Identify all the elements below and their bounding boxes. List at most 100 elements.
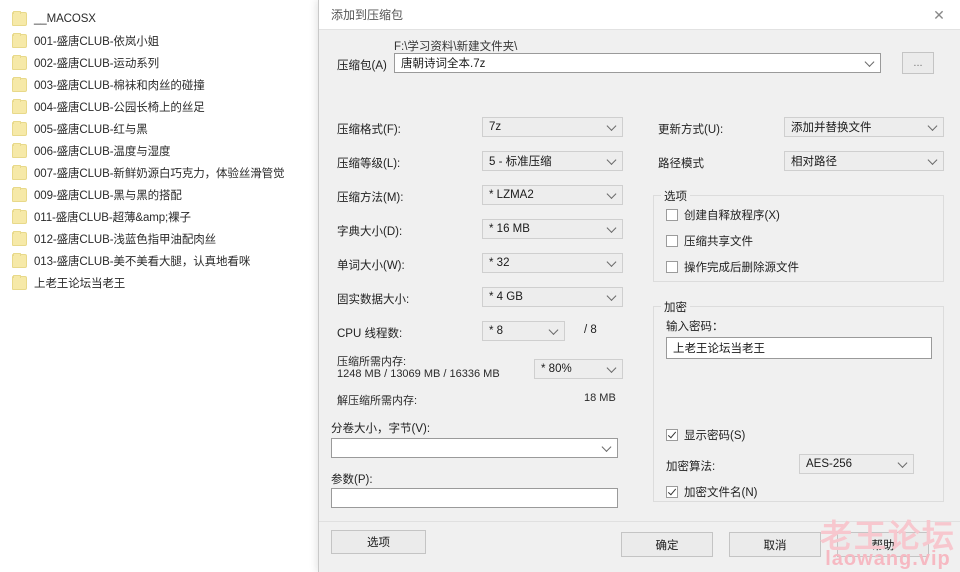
dictionary-size-combo[interactable]: * 16 MB	[482, 219, 623, 239]
browse-button[interactable]: ...	[902, 52, 934, 74]
list-item[interactable]: 004-盛唐CLUB-公园长椅上的丝足	[0, 96, 320, 118]
folder-icon	[12, 231, 27, 246]
help-button[interactable]: 帮助	[837, 532, 929, 557]
dialog-title: 添加到压缩包	[331, 8, 404, 22]
solid-block-size-combo[interactable]: * 4 GB	[482, 287, 623, 307]
password-label: 输入密码：	[666, 321, 724, 333]
level-label: 压缩等级(L):	[337, 158, 401, 170]
folder-icon	[12, 33, 27, 48]
encrypt-filenames-label: 加密文件名(N)	[684, 487, 758, 499]
add-to-archive-dialog: 添加到压缩包 ✕ F:\学习资料\新建文件夹\ 压缩包(A) 唐朝诗词全本.7z…	[318, 0, 960, 572]
decompress-memory-label: 解压缩所需内存:	[337, 395, 418, 407]
dialog-titlebar: 添加到压缩包 ✕	[319, 0, 960, 30]
options-button[interactable]: 选项	[331, 530, 426, 554]
update-mode-combo[interactable]: 添加并替换文件	[784, 117, 944, 137]
file-explorer-pane: __MACOSX 001-盛唐CLUB-依岚小姐 002-盛唐CLUB-运动系列…	[0, 0, 320, 572]
delete-after-compress-label: 操作完成后删除源文件	[684, 262, 799, 274]
file-name: __MACOSX	[34, 13, 96, 25]
folder-icon	[12, 209, 27, 224]
list-item[interactable]: 003-盛唐CLUB-棉袜和肉丝的碰撞	[0, 74, 320, 96]
decompress-memory-value: 18 MB	[584, 392, 616, 404]
file-name: 005-盛唐CLUB-红与黑	[34, 124, 148, 136]
archive-name-combo[interactable]: 唐朝诗词全本.7z	[394, 53, 881, 73]
delete-after-compress-checkbox[interactable]: 操作完成后删除源文件	[666, 259, 799, 275]
checkbox-icon	[666, 429, 678, 441]
list-item[interactable]: 005-盛唐CLUB-红与黑	[0, 118, 320, 140]
list-item[interactable]: 011-盛唐CLUB-超薄&amp;裸子	[0, 206, 320, 228]
list-item[interactable]: 001-盛唐CLUB-依岚小姐	[0, 30, 320, 52]
create-sfx-checkbox[interactable]: 创建自释放程序(X)	[666, 207, 780, 223]
archive-label: 压缩包(A)	[337, 60, 387, 72]
file-name: 004-盛唐CLUB-公园长椅上的丝足	[34, 102, 205, 114]
create-sfx-label: 创建自释放程序(X)	[684, 210, 780, 222]
file-name: 001-盛唐CLUB-依岚小姐	[34, 36, 160, 48]
checkbox-icon	[666, 235, 678, 247]
close-icon[interactable]: ✕	[918, 0, 960, 29]
list-item[interactable]: 002-盛唐CLUB-运动系列	[0, 52, 320, 74]
format-combo[interactable]: 7z	[482, 117, 623, 137]
folder-icon	[12, 121, 27, 136]
file-name: 003-盛唐CLUB-棉袜和肉丝的碰撞	[34, 80, 205, 92]
list-item[interactable]: __MACOSX	[0, 8, 320, 30]
ok-button[interactable]: 确定	[621, 532, 713, 557]
options-group-title: 选项	[661, 188, 690, 204]
file-name: 007-盛唐CLUB-新鲜奶源白巧克力，体验丝滑管觉	[34, 168, 285, 180]
folder-icon	[12, 253, 27, 268]
encrypt-filenames-checkbox[interactable]: 加密文件名(N)	[666, 484, 757, 500]
list-item[interactable]: 006-盛唐CLUB-温度与湿度	[0, 140, 320, 162]
options-groupbox: 选项 创建自释放程序(X) 压缩共享文件 操作完成后删除源文件	[653, 188, 944, 282]
checkbox-icon	[666, 261, 678, 273]
compress-memory-value: 1248 MB / 13069 MB / 16336 MB	[337, 368, 500, 380]
checkbox-icon	[666, 209, 678, 221]
cancel-button[interactable]: 取消	[729, 532, 821, 557]
show-password-checkbox[interactable]: 显示密码(S)	[666, 427, 745, 443]
file-name: 009-盛唐CLUB-黑与黑的搭配	[34, 190, 182, 202]
path-mode-combo[interactable]: 相对路径	[784, 151, 944, 171]
compress-shared-files-label: 压缩共享文件	[684, 236, 753, 248]
encryption-group-title: 加密	[661, 299, 690, 315]
list-item[interactable]: 上老王论坛当老王	[0, 272, 320, 294]
cpu-threads-combo[interactable]: * 8	[482, 321, 565, 341]
solid-block-size-label: 固实数据大小:	[337, 294, 410, 306]
encryption-algorithm-combo[interactable]: AES-256	[799, 454, 914, 474]
dictionary-size-label: 字典大小(D):	[337, 226, 403, 238]
file-name: 011-盛唐CLUB-超薄&amp;裸子	[34, 212, 191, 224]
parameters-input[interactable]	[331, 488, 618, 508]
level-combo[interactable]: 5 - 标准压缩	[482, 151, 623, 171]
password-input[interactable]: 上老王论坛当老王	[666, 337, 932, 359]
folder-icon	[12, 55, 27, 70]
list-item[interactable]: 013-盛唐CLUB-美不美看大腿，认真地看咪	[0, 250, 320, 272]
file-name: 002-盛唐CLUB-运动系列	[34, 58, 160, 70]
encryption-algorithm-label: 加密算法:	[666, 461, 716, 473]
folder-icon	[12, 187, 27, 202]
folder-icon	[12, 165, 27, 180]
format-label: 压缩格式(F):	[337, 124, 401, 136]
folder-icon	[12, 143, 27, 158]
list-item[interactable]: 012-盛唐CLUB-浅蓝色指甲油配肉丝	[0, 228, 320, 250]
word-size-label: 单词大小(W):	[337, 260, 405, 272]
folder-icon	[12, 77, 27, 92]
parameters-label: 参数(P):	[331, 474, 373, 486]
file-name: 012-盛唐CLUB-浅蓝色指甲油配肉丝	[34, 234, 217, 246]
method-combo[interactable]: * LZMA2	[482, 185, 623, 205]
file-name: 006-盛唐CLUB-温度与湿度	[34, 146, 171, 158]
checkbox-icon	[666, 486, 678, 498]
folder-icon	[12, 99, 27, 114]
volume-size-label: 分卷大小，字节(V):	[331, 423, 431, 435]
cpu-threads-total: / 8	[584, 324, 597, 336]
compress-shared-files-checkbox[interactable]: 压缩共享文件	[666, 233, 753, 249]
show-password-label: 显示密码(S)	[684, 430, 746, 442]
word-size-combo[interactable]: * 32	[482, 253, 623, 273]
encryption-groupbox: 加密 输入密码： 上老王论坛当老王 显示密码(S) 加密算法: AES-256 …	[653, 299, 944, 502]
memory-percent-combo[interactable]: * 80%	[534, 359, 623, 379]
list-item[interactable]: 007-盛唐CLUB-新鲜奶源白巧克力，体验丝滑管觉	[0, 162, 320, 184]
volume-size-combo[interactable]	[331, 438, 618, 458]
list-item[interactable]: 009-盛唐CLUB-黑与黑的搭配	[0, 184, 320, 206]
folder-icon	[12, 11, 27, 26]
file-name: 上老王论坛当老王	[34, 278, 126, 290]
method-label: 压缩方法(M):	[337, 192, 404, 204]
folder-icon	[12, 275, 27, 290]
path-mode-label: 路径模式	[658, 158, 704, 170]
file-name: 013-盛唐CLUB-美不美看大腿，认真地看咪	[34, 256, 251, 268]
bottom-divider	[319, 521, 960, 522]
